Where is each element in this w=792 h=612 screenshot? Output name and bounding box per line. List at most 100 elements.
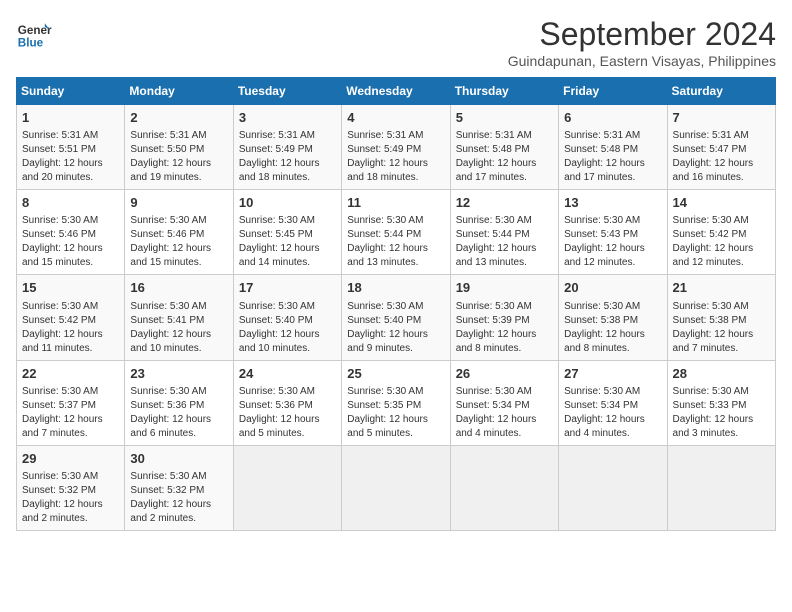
calendar-day-cell: 22 Sunrise: 5:30 AM Sunset: 5:37 PM Dayli… (17, 360, 125, 445)
day-number: 11 (347, 194, 444, 212)
logo-icon: General Blue (16, 16, 52, 52)
day-info: Sunrise: 5:30 AM Sunset: 5:46 PM Dayligh… (130, 214, 227, 270)
calendar-day-cell: 18 Sunrise: 5:30 AM Sunset: 5:40 PM Dayli… (342, 275, 450, 360)
calendar-day-cell: 27 Sunrise: 5:30 AM Sunset: 5:34 PM Dayli… (559, 360, 667, 445)
day-number: 23 (130, 365, 227, 383)
calendar-table: SundayMondayTuesdayWednesdayThursdayFrid… (16, 77, 776, 531)
day-number: 12 (456, 194, 553, 212)
day-number: 1 (22, 109, 119, 127)
day-number: 17 (239, 279, 336, 297)
calendar-day-cell: 6 Sunrise: 5:31 AM Sunset: 5:48 PM Daylig… (559, 105, 667, 190)
day-info: Sunrise: 5:30 AM Sunset: 5:43 PM Dayligh… (564, 214, 661, 270)
day-of-week-header: Sunday (17, 78, 125, 105)
day-info: Sunrise: 5:31 AM Sunset: 5:51 PM Dayligh… (22, 129, 119, 185)
calendar-day-cell (450, 445, 558, 530)
day-info: Sunrise: 5:30 AM Sunset: 5:32 PM Dayligh… (130, 470, 227, 526)
calendar-day-cell: 25 Sunrise: 5:30 AM Sunset: 5:35 PM Dayli… (342, 360, 450, 445)
title-area: September 2024 Guindapunan, Eastern Visa… (508, 16, 776, 69)
day-number: 7 (673, 109, 770, 127)
calendar-day-cell: 12Sunrise: 5:30 AM Sunset: 5:44 PM Dayli… (450, 190, 558, 275)
calendar-week-row: 22 Sunrise: 5:30 AM Sunset: 5:37 PM Dayli… (17, 360, 776, 445)
day-number: 6 (564, 109, 661, 127)
day-info: Sunrise: 5:30 AM Sunset: 5:34 PM Dayligh… (456, 385, 553, 441)
calendar-day-cell: 14 Sunrise: 5:30 AM Sunset: 5:42 PM Dayli… (667, 190, 775, 275)
calendar-day-cell (559, 445, 667, 530)
day-number: 18 (347, 279, 444, 297)
calendar-day-cell (233, 445, 341, 530)
day-info: Sunrise: 5:30 AM Sunset: 5:33 PM Dayligh… (673, 385, 770, 441)
day-number: 27 (564, 365, 661, 383)
calendar-day-cell: 8 Sunrise: 5:30 AM Sunset: 5:46 PM Daylig… (17, 190, 125, 275)
calendar-day-cell: 4 Sunrise: 5:31 AM Sunset: 5:49 PM Daylig… (342, 105, 450, 190)
day-info: Sunrise: 5:30 AM Sunset: 5:42 PM Dayligh… (673, 214, 770, 270)
day-number: 8 (22, 194, 119, 212)
day-number: 25 (347, 365, 444, 383)
calendar-day-cell (342, 445, 450, 530)
month-title: September 2024 (508, 16, 776, 53)
day-info: Sunrise: 5:30 AM Sunset: 5:32 PM Dayligh… (22, 470, 119, 526)
day-number: 14 (673, 194, 770, 212)
calendar-day-cell: 2Sunrise: 5:31 AM Sunset: 5:50 PM Daylig… (125, 105, 233, 190)
location-subtitle: Guindapunan, Eastern Visayas, Philippine… (508, 53, 776, 69)
svg-text:General: General (18, 24, 52, 37)
day-info: Sunrise: 5:30 AM Sunset: 5:38 PM Dayligh… (564, 300, 661, 356)
day-info: Sunrise: 5:30 AM Sunset: 5:34 PM Dayligh… (564, 385, 661, 441)
day-info: Sunrise: 5:30 AM Sunset: 5:35 PM Dayligh… (347, 385, 444, 441)
calendar-day-cell: 21 Sunrise: 5:30 AM Sunset: 5:38 PM Dayli… (667, 275, 775, 360)
day-info: Sunrise: 5:30 AM Sunset: 5:40 PM Dayligh… (347, 300, 444, 356)
day-info: Sunrise: 5:30 AM Sunset: 5:39 PM Dayligh… (456, 300, 553, 356)
page-header: General Blue September 2024 Guindapunan,… (16, 16, 776, 69)
day-number: 30 (130, 450, 227, 468)
day-number: 2 (130, 109, 227, 127)
day-number: 3 (239, 109, 336, 127)
day-number: 28 (673, 365, 770, 383)
day-number: 5 (456, 109, 553, 127)
day-number: 20 (564, 279, 661, 297)
calendar-day-cell: 23 Sunrise: 5:30 AM Sunset: 5:36 PM Dayli… (125, 360, 233, 445)
day-info: Sunrise: 5:31 AM Sunset: 5:49 PM Dayligh… (239, 129, 336, 185)
logo: General Blue (16, 16, 52, 52)
calendar-day-cell: 29 Sunrise: 5:30 AM Sunset: 5:32 PM Dayli… (17, 445, 125, 530)
day-number: 4 (347, 109, 444, 127)
calendar-day-cell (667, 445, 775, 530)
day-info: Sunrise: 5:30 AM Sunset: 5:36 PM Dayligh… (239, 385, 336, 441)
calendar-day-cell: 16Sunrise: 5:30 AM Sunset: 5:41 PM Dayli… (125, 275, 233, 360)
calendar-day-cell: 11 Sunrise: 5:30 AM Sunset: 5:44 PM Dayli… (342, 190, 450, 275)
day-info: Sunrise: 5:30 AM Sunset: 5:44 PM Dayligh… (347, 214, 444, 270)
day-info: Sunrise: 5:30 AM Sunset: 5:40 PM Dayligh… (239, 300, 336, 356)
calendar-week-row: 29 Sunrise: 5:30 AM Sunset: 5:32 PM Dayli… (17, 445, 776, 530)
day-number: 22 (22, 365, 119, 383)
calendar-day-cell: 3 Sunrise: 5:31 AM Sunset: 5:49 PM Daylig… (233, 105, 341, 190)
day-of-week-header: Thursday (450, 78, 558, 105)
calendar-day-cell: 28 Sunrise: 5:30 AM Sunset: 5:33 PM Dayli… (667, 360, 775, 445)
calendar-day-cell: 19 Sunrise: 5:30 AM Sunset: 5:39 PM Dayli… (450, 275, 558, 360)
calendar-week-row: 1 Sunrise: 5:31 AM Sunset: 5:51 PM Daylig… (17, 105, 776, 190)
day-info: Sunrise: 5:31 AM Sunset: 5:48 PM Dayligh… (564, 129, 661, 185)
day-info: Sunrise: 5:30 AM Sunset: 5:42 PM Dayligh… (22, 300, 119, 356)
day-number: 15 (22, 279, 119, 297)
day-info: Sunrise: 5:30 AM Sunset: 5:37 PM Dayligh… (22, 385, 119, 441)
day-info: Sunrise: 5:30 AM Sunset: 5:36 PM Dayligh… (130, 385, 227, 441)
day-of-week-header: Saturday (667, 78, 775, 105)
calendar-day-cell: 15 Sunrise: 5:30 AM Sunset: 5:42 PM Dayli… (17, 275, 125, 360)
day-number: 9 (130, 194, 227, 212)
calendar-day-cell: 9 Sunrise: 5:30 AM Sunset: 5:46 PM Daylig… (125, 190, 233, 275)
calendar-day-cell: 10Sunrise: 5:30 AM Sunset: 5:45 PM Dayli… (233, 190, 341, 275)
calendar-day-cell: 20 Sunrise: 5:30 AM Sunset: 5:38 PM Dayli… (559, 275, 667, 360)
calendar-day-cell: 7 Sunrise: 5:31 AM Sunset: 5:47 PM Daylig… (667, 105, 775, 190)
day-of-week-header: Friday (559, 78, 667, 105)
day-info: Sunrise: 5:30 AM Sunset: 5:45 PM Dayligh… (239, 214, 336, 270)
calendar-day-cell: 24Sunrise: 5:30 AM Sunset: 5:36 PM Dayli… (233, 360, 341, 445)
calendar-day-cell: 5Sunrise: 5:31 AM Sunset: 5:48 PM Daylig… (450, 105, 558, 190)
day-info: Sunrise: 5:30 AM Sunset: 5:46 PM Dayligh… (22, 214, 119, 270)
day-info: Sunrise: 5:30 AM Sunset: 5:41 PM Dayligh… (130, 300, 227, 356)
day-number: 21 (673, 279, 770, 297)
day-number: 29 (22, 450, 119, 468)
calendar-day-cell: 13Sunrise: 5:30 AM Sunset: 5:43 PM Dayli… (559, 190, 667, 275)
day-info: Sunrise: 5:30 AM Sunset: 5:38 PM Dayligh… (673, 300, 770, 356)
calendar-day-cell: 17 Sunrise: 5:30 AM Sunset: 5:40 PM Dayli… (233, 275, 341, 360)
day-info: Sunrise: 5:31 AM Sunset: 5:49 PM Dayligh… (347, 129, 444, 185)
day-of-week-header: Monday (125, 78, 233, 105)
day-info: Sunrise: 5:31 AM Sunset: 5:47 PM Dayligh… (673, 129, 770, 185)
day-number: 19 (456, 279, 553, 297)
